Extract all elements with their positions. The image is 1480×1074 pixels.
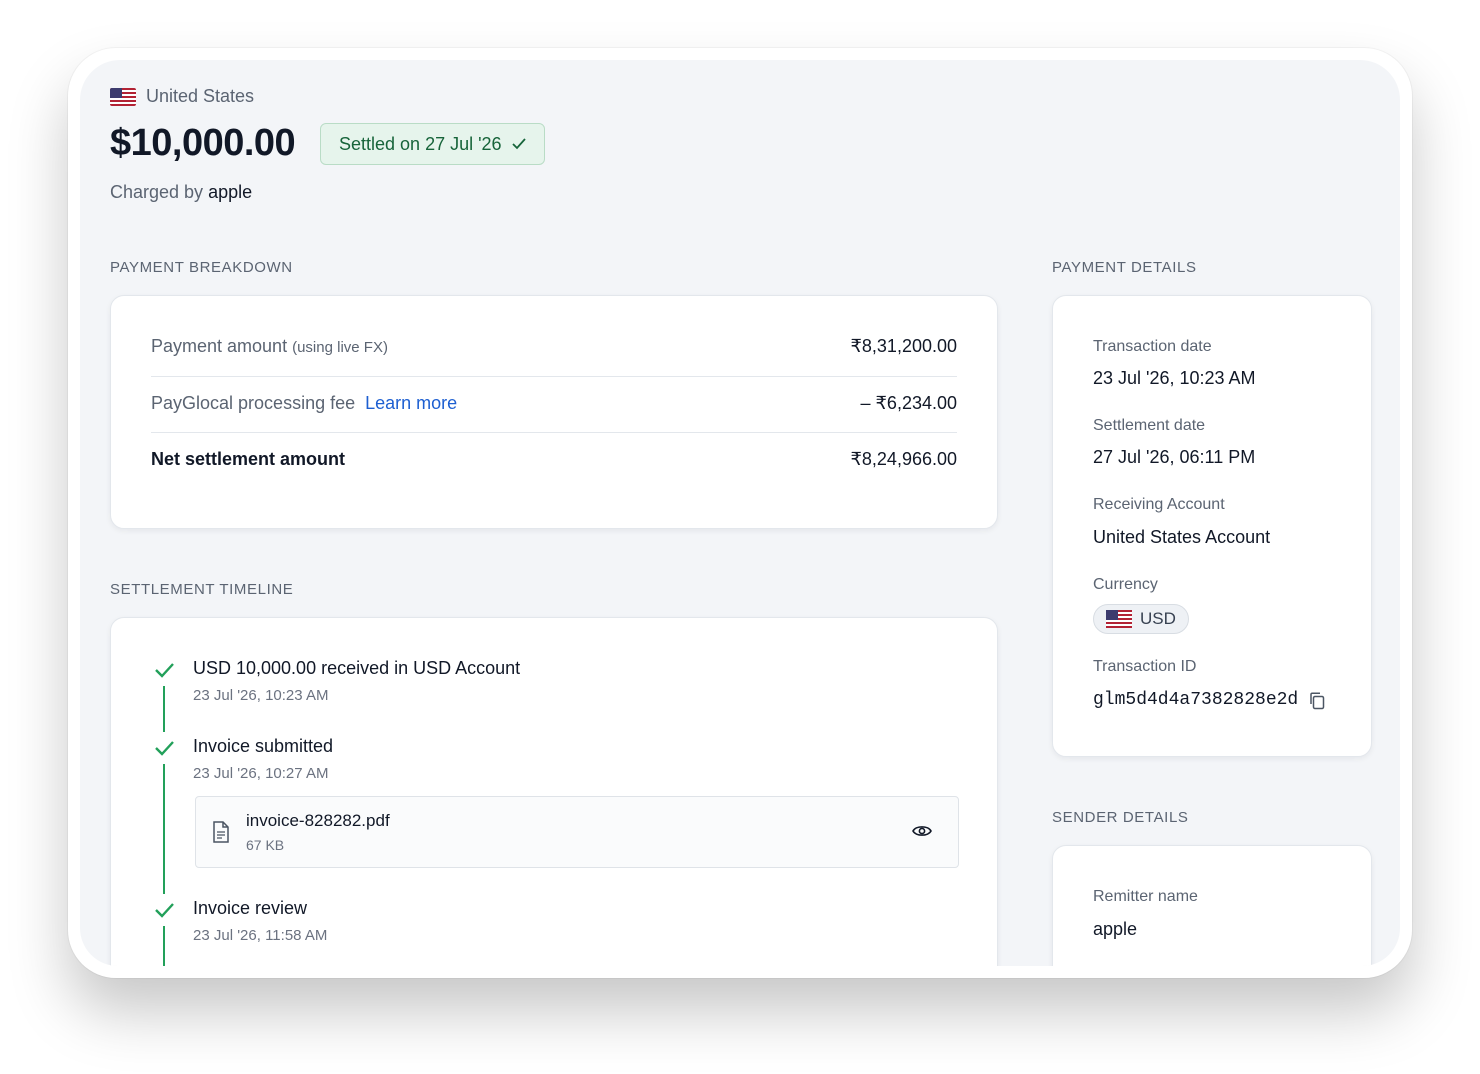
net-settlement-label: Net settlement amount xyxy=(151,449,346,469)
processing-fee-label-text: PayGlocal processing fee xyxy=(151,393,356,413)
charged-by-prefix: Charged by xyxy=(110,182,204,202)
payment-amount: $10,000.00 xyxy=(110,122,296,164)
merchant-name: apple xyxy=(208,182,253,202)
processing-fee-label: PayGlocal processing fee Learn more xyxy=(151,393,457,414)
country-name: United States xyxy=(146,86,255,106)
net-settlement-value: ₹8,24,966.00 xyxy=(850,449,957,469)
check-icon xyxy=(155,903,174,918)
settlement-detail-screen: United States $10,000.00 Settled on 27 J… xyxy=(80,60,1400,966)
transaction-id-value: glm5d4d4a7382828e2d xyxy=(1093,690,1299,710)
us-flag-icon xyxy=(110,87,136,106)
remitter-name-value: apple xyxy=(1093,919,1138,939)
document-icon xyxy=(213,821,229,843)
status-badge-label: Settled on 27 Jul '26 xyxy=(339,133,502,154)
settlement-timeline-card: USD 10,000.00 received in USD Account 23… xyxy=(110,617,998,966)
transaction-date-value: 23 Jul '26, 10:23 AM xyxy=(1093,368,1256,388)
timeline-connector xyxy=(163,926,165,966)
settlement-date-label: Settlement date xyxy=(1093,417,1206,434)
timeline-event: USD 10,000.00 received in USD Account 23… xyxy=(193,658,520,704)
check-icon xyxy=(155,741,174,756)
processing-fee-value: – ₹6,234.00 xyxy=(860,393,957,413)
timeline-event-title: USD 10,000.00 received in USD Account xyxy=(193,658,521,678)
payment-amount-label-text: Payment amount xyxy=(151,336,288,356)
invoice-attachment[interactable]: invoice-828282.pdf 67 KB xyxy=(195,796,959,868)
breakdown-divider xyxy=(151,432,957,433)
receiving-account-label: Receiving Account xyxy=(1093,496,1225,513)
timeline-event: Invoice submitted 23 Jul '26, 10:27 AM xyxy=(193,736,333,782)
payment-details-card: Transaction date 23 Jul '26, 10:23 AM Se… xyxy=(1052,295,1372,757)
timeline-event-time: 23 Jul '26, 10:27 AM xyxy=(193,765,329,782)
charged-by: Charged by apple xyxy=(110,182,252,203)
country-row: United States xyxy=(110,86,254,107)
attachment-size: 67 KB xyxy=(246,837,285,853)
sender-details-title: SENDER DETAILS xyxy=(1052,809,1189,826)
remitter-name-label: Remitter name xyxy=(1093,888,1198,905)
eye-icon[interactable] xyxy=(912,824,932,838)
payment-breakdown-card: Payment amount (using live FX) ₹8,31,200… xyxy=(110,295,998,529)
net-settlement-row: Net settlement amount ₹8,24,966.00 xyxy=(151,449,957,470)
currency-label: Currency xyxy=(1093,576,1158,593)
payment-amount-row: Payment amount (using live FX) ₹8,31,200… xyxy=(151,336,957,357)
breakdown-divider xyxy=(151,376,957,377)
receiving-account-value: United States Account xyxy=(1093,527,1271,547)
checkmark-icon xyxy=(511,138,526,150)
processing-fee-row: PayGlocal processing fee Learn more – ₹6,… xyxy=(151,393,957,414)
payment-amount-label: Payment amount (using live FX) xyxy=(151,336,388,357)
fx-note: (using live FX) xyxy=(292,339,388,356)
currency-chip: USD xyxy=(1093,604,1189,634)
timeline-connector xyxy=(163,764,165,894)
copy-icon[interactable] xyxy=(1309,692,1325,710)
settlement-timeline-title: SETTLEMENT TIMELINE xyxy=(110,581,294,598)
timeline-event-title: Invoice review xyxy=(193,898,308,918)
learn-more-link[interactable]: Learn more xyxy=(365,393,457,413)
payment-amount-value: ₹8,31,200.00 xyxy=(850,336,957,356)
transaction-date-label: Transaction date xyxy=(1093,338,1212,355)
timeline-connector xyxy=(163,686,165,732)
currency-code: USD xyxy=(1140,609,1176,628)
timeline-event: Invoice review 23 Jul '26, 11:58 AM xyxy=(193,898,327,944)
status-badge: Settled on 27 Jul '26 xyxy=(320,123,545,165)
check-icon xyxy=(155,663,174,678)
settlement-date-value: 27 Jul '26, 06:11 PM xyxy=(1093,447,1256,467)
us-flag-icon xyxy=(1106,610,1132,628)
timeline-event-title: Invoice submitted xyxy=(193,736,334,756)
timeline-event-time: 23 Jul '26, 10:23 AM xyxy=(193,687,329,704)
sender-details-card: Remitter name apple xyxy=(1052,845,1372,966)
payment-details-title: PAYMENT DETAILS xyxy=(1052,259,1197,276)
attachment-name: invoice-828282.pdf xyxy=(246,811,390,830)
transaction-id-label: Transaction ID xyxy=(1093,658,1197,675)
timeline-event-time: 23 Jul '26, 11:58 AM xyxy=(193,927,328,944)
payment-breakdown-title: PAYMENT BREAKDOWN xyxy=(110,259,293,276)
